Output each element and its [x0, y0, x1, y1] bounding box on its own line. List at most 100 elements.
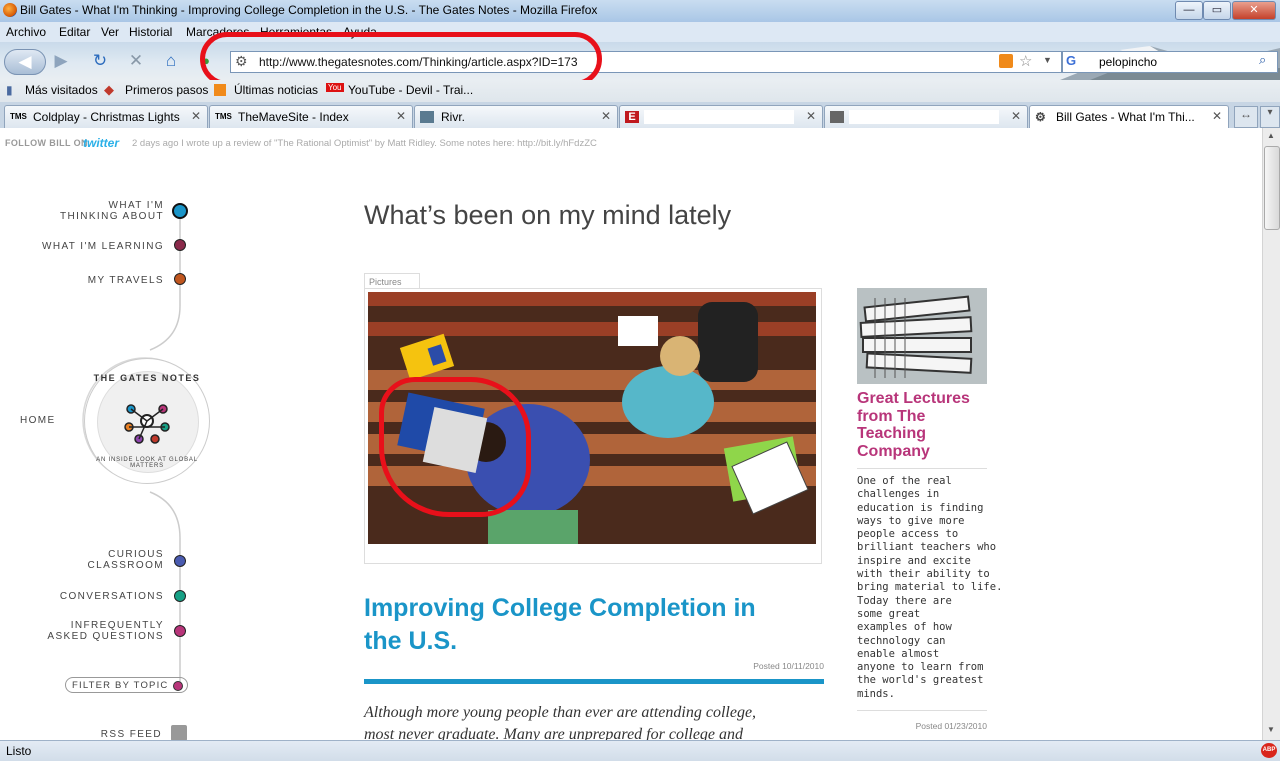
sidebar-body-line: challenges in [857, 488, 940, 501]
redacted-block [644, 110, 794, 124]
redacted-block [849, 110, 999, 124]
nav-dot-curious[interactable] [174, 555, 186, 567]
tab-e-icon: E [625, 111, 639, 123]
menu-editar[interactable]: Editar [59, 25, 90, 39]
list-all-tabs-button[interactable]: ↔ [1234, 106, 1258, 128]
nav-home[interactable]: HOME [20, 415, 60, 426]
google-icon[interactable]: G [1066, 53, 1082, 69]
scroll-up-icon[interactable]: ▲ [1267, 131, 1275, 140]
bookmark-ultimas-noticias[interactable]: Últimas noticias [234, 83, 318, 97]
sidebar-body-line: inspire and excite [857, 554, 971, 567]
sidebar-body-line: technology can [857, 634, 946, 647]
sidebar-article-title[interactable]: Great Lectures from The Teaching Company [857, 390, 970, 460]
nav-dot-faq[interactable] [174, 625, 186, 637]
sidebar-posted-date: Posted 01/23/2010 [915, 721, 987, 731]
search-box[interactable]: G pelopincho ⌕ [1062, 51, 1278, 73]
title-bar: Bill Gates - What I'm Thinking - Improvi… [0, 0, 1280, 22]
article-divider [364, 679, 824, 684]
sidebar-body-line: enable almost [857, 647, 940, 660]
rss-feed-icon[interactable] [171, 725, 187, 740]
status-text: Listo [6, 744, 32, 758]
home-icon[interactable]: ⌂ [159, 49, 183, 73]
article-title[interactable]: Improving College Completion in the U.S. [364, 592, 756, 658]
tab-close-icon[interactable]: ✕ [1011, 109, 1021, 123]
logo-network-icon [124, 404, 170, 444]
url-dropdown-icon[interactable]: ▼ [1043, 55, 1052, 65]
navigation-toolbar: ◀ ▶ ↻ ✕ ⌂ ● ⚙ http://www.thegatesnotes.c… [0, 42, 1280, 80]
menu-bar: Archivo Editar Ver Historial Marcadores … [0, 22, 1280, 42]
reload-icon[interactable]: ↻ [88, 49, 112, 73]
menu-historial[interactable]: Historial [129, 25, 172, 39]
image-tag-pictures[interactable]: Pictures [364, 273, 420, 289]
forward-button[interactable]: ▶ [48, 49, 74, 73]
nav-dot-conversations[interactable] [174, 590, 186, 602]
sidebar-title-line: Great Lectures [857, 390, 970, 407]
back-button[interactable]: ◀ [4, 49, 46, 75]
nav-conversations[interactable]: CONVERSATIONS [20, 591, 164, 602]
tab-close-icon[interactable]: ✕ [601, 109, 611, 123]
page-content: FOLLOW BILL ON twitter 2 days ago I wrot… [0, 128, 1262, 740]
tab-themavesite[interactable]: TMS TheMaveSite - Index ✕ [209, 105, 413, 128]
sidebar-body-line: with their ability to [857, 568, 990, 581]
close-button[interactable]: ✕ [1232, 1, 1276, 20]
sidebar-title-line: Teaching [857, 425, 927, 442]
nav-what-im-learning[interactable]: WHAT I'M LEARNING [20, 241, 164, 252]
nav-dot-travels[interactable] [174, 273, 186, 285]
notebooks-image[interactable] [857, 288, 987, 384]
nav-what-im-thinking[interactable]: WHAT I'M THINKING ABOUT [20, 200, 164, 222]
minimize-button[interactable]: — [1175, 1, 1203, 20]
nav-rss-feed[interactable]: RSS FEED [20, 729, 162, 740]
sidebar-body-line: Today there are [857, 594, 952, 607]
bookmark-mas-visitados[interactable]: Más visitados [25, 83, 98, 97]
tab-coldplay[interactable]: TMS Coldplay - Christmas Lights ✕ [4, 105, 208, 128]
news-rss-icon [214, 84, 226, 96]
filter-label: FILTER BY TOPIC [72, 680, 169, 691]
search-icon[interactable]: ⌕ [1259, 52, 1266, 68]
maximize-button[interactable]: ▭ [1203, 1, 1231, 20]
tab-close-icon[interactable]: ✕ [191, 109, 201, 123]
adblock-icon[interactable]: ABP [1261, 743, 1277, 758]
nav-faq[interactable]: INFREQUENTLY ASKED QUESTIONS [20, 620, 164, 642]
nav-curious-classroom[interactable]: CURIOUS CLASSROOM [20, 549, 164, 571]
nav-label-line: CLASSROOM [87, 560, 164, 571]
tab-close-icon[interactable]: ✕ [1212, 109, 1222, 123]
bookmark-primeros-pasos[interactable]: Primeros pasos [125, 83, 208, 97]
nav-dot-learning[interactable] [174, 239, 186, 251]
menu-archivo[interactable]: Archivo [6, 25, 46, 39]
bookmark-youtube[interactable]: YouTube - Devil - Trai... [348, 83, 473, 97]
tab-label: TheMaveSite - Index [238, 110, 349, 124]
getting-started-icon: ◆ [104, 82, 114, 97]
tab-rivr[interactable]: Rivr. ✕ [414, 105, 618, 128]
sidebar-body-line: minds. [857, 687, 895, 700]
sidebar-body-line: ways to give more [857, 514, 965, 527]
tab-close-icon[interactable]: ✕ [806, 109, 816, 123]
scrollbar-thumb[interactable] [1264, 146, 1280, 230]
scroll-down-icon[interactable]: ▼ [1267, 725, 1275, 734]
tab-scroll-button[interactable]: ▾ [1260, 106, 1280, 128]
search-input[interactable]: pelopincho [1099, 55, 1157, 69]
nav-label-line: CURIOUS [108, 549, 164, 560]
tab-bill-gates[interactable]: ⚙ Bill Gates - What I'm Thi... ✕ [1029, 105, 1229, 128]
sidebar-body-line: bring material to life. [857, 581, 1003, 594]
annotation-circle-url [200, 32, 602, 86]
nav-dot-thinking-active[interactable] [172, 203, 188, 219]
nav-my-travels[interactable]: MY TRAVELS [20, 275, 164, 286]
filter-by-topic-button[interactable]: FILTER BY TOPIC [65, 677, 188, 693]
tab-close-icon[interactable]: ✕ [396, 109, 406, 123]
sidebar-divider [857, 468, 987, 469]
gates-notes-logo[interactable]: THE GATES NOTES AN INSIDE LOOK AT GLOBAL… [84, 358, 210, 484]
menu-ver[interactable]: Ver [101, 25, 119, 39]
bookmark-star-icon[interactable]: ☆ [1019, 52, 1032, 70]
stop-icon[interactable]: ✕ [124, 49, 148, 73]
firefox-icon [3, 3, 17, 17]
article-intro-line: Although more young people than ever are… [364, 704, 757, 721]
rss-icon[interactable] [999, 54, 1013, 68]
sidebar-body-line: One of the real [857, 475, 952, 487]
tab-redacted-2[interactable]: ✕ [824, 105, 1028, 128]
most-visited-icon: ▮ [6, 83, 13, 97]
rivr-icon [420, 111, 434, 123]
gates-notes-icon: ⚙ [1035, 110, 1046, 124]
tab-redacted-1[interactable]: E ✕ [619, 105, 823, 128]
article-title-line: Improving College Completion in [364, 594, 756, 622]
tab-label: Coldplay - Christmas Lights [33, 110, 180, 124]
